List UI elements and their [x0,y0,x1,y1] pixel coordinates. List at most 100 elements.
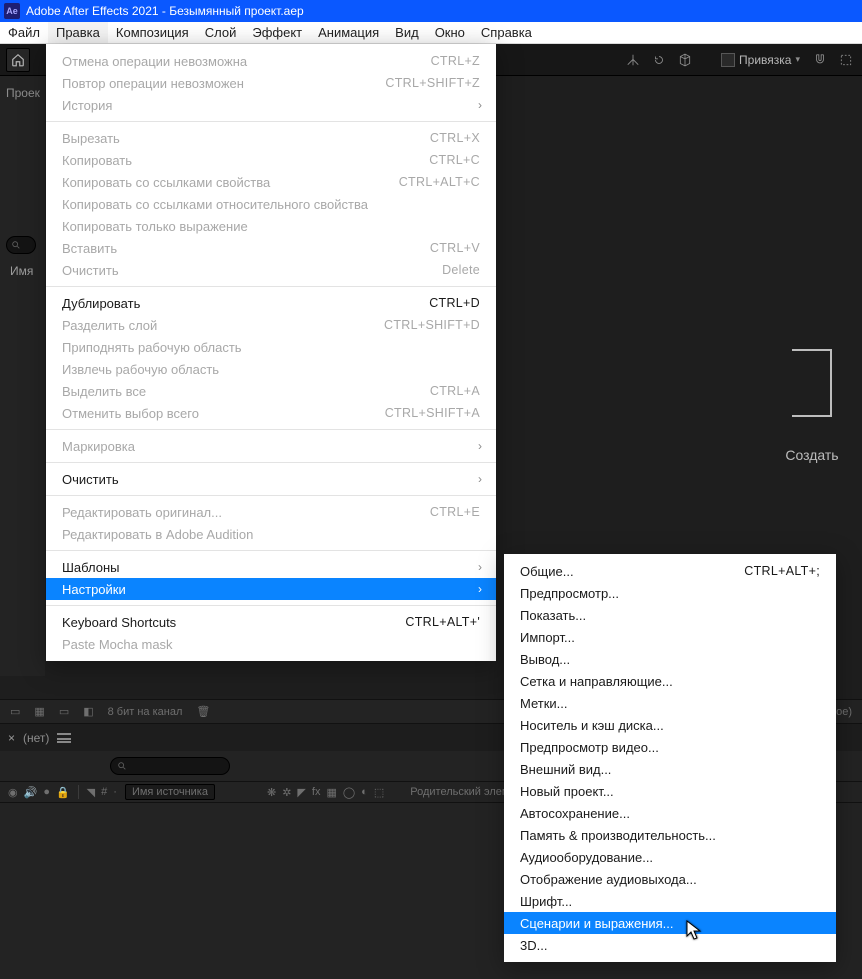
axis-icon[interactable] [623,50,643,70]
menuitem-label: Копировать со ссылками относительного св… [62,197,368,212]
prefs-сценарии-и-выражения[interactable]: Сценарии и выражения... [504,912,836,934]
panel-menu-icon[interactable] [57,733,71,743]
new-comp-icon[interactable]: ▦ [30,705,48,718]
menuitem-настройки[interactable]: Настройки› [46,578,496,600]
menu-окно[interactable]: Окно [427,22,473,43]
menuitem-очистить[interactable]: Очистить › [46,468,496,490]
prefs-автосохранение[interactable]: Автосохранение... [504,802,836,824]
source-name-column[interactable]: Имя источника [125,784,215,800]
project-search[interactable] [6,236,36,254]
chevron-down-icon: ▾ [795,54,800,65]
menu-композиция[interactable]: Композиция [108,22,197,43]
prefs-метки[interactable]: Метки... [504,692,836,714]
chevron-right-icon: › [478,472,482,486]
bits-label[interactable]: 8 бит на канал [104,706,187,718]
close-icon[interactable]: × [8,731,15,745]
menuitem-дублировать[interactable]: ДублироватьCTRL+D [46,292,496,314]
dot-icon[interactable]: · [113,786,117,798]
rotate-icon[interactable] [649,50,669,70]
menuitem-очистить: ОчиститьDelete [46,259,496,281]
trash-icon[interactable]: 🗑 [192,705,214,718]
menu-правка[interactable]: Правка [48,22,108,43]
menuitem-отменить-выбор-всего: Отменить выбор всегоCTRL+SHIFT+A [46,402,496,424]
motion-blur-icon[interactable]: ◯ [343,786,355,799]
adjustment-icon[interactable]: ◐ [361,786,368,798]
fx-icon[interactable]: fx [312,786,321,798]
lock-icon[interactable]: 🔒 [56,786,70,799]
bounds-icon[interactable] [836,50,856,70]
collapse-icon[interactable]: ✲ [282,786,291,799]
menuitem-label: Предпросмотр видео... [520,740,659,755]
snap-toggle[interactable]: Привязка ▾ [717,53,804,67]
menuitem-label: Маркировка [62,439,135,454]
welcome-hero: Создать [762,276,862,536]
prefs-носитель-и-кэш-диска[interactable]: Носитель и кэш диска... [504,714,836,736]
snap-label: Привязка [739,53,791,67]
adjust-icon[interactable]: ◧ [79,705,97,718]
menuitem-label: Отображение аудиовыхода... [520,872,697,887]
prefs-3d[interactable]: 3D... [504,934,836,956]
prefs-импорт[interactable]: Импорт... [504,626,836,648]
new-comp-icon[interactable] [792,349,832,417]
home-icon[interactable] [6,48,30,72]
menuitem-label: Сетка и направляющие... [520,674,673,689]
prefs-аудиооборудование[interactable]: Аудиооборудование... [504,846,836,868]
frame-blend-icon[interactable]: ▦ [326,786,336,799]
menuitem-shortcut: CTRL+SHIFT+D [384,318,480,332]
timeline-tab[interactable]: (нет) [23,731,49,745]
menu-файл[interactable]: Файл [0,22,48,43]
chevron-right-icon: › [478,560,482,574]
eye-icon[interactable]: ◉ [8,786,18,799]
magnet-icon[interactable] [810,50,830,70]
menuitem-копировать-со-ссылками-относительного-свойства: Копировать со ссылками относительного св… [46,193,496,215]
separator [46,605,496,606]
prefs-отображение-аудиовыхода[interactable]: Отображение аудиовыхода... [504,868,836,890]
menuitem-paste-mocha-mask: Paste Mocha mask [46,633,496,655]
prefs-шрифт[interactable]: Шрифт... [504,890,836,912]
menuitem-keyboard-shortcuts[interactable]: Keyboard ShortcutsCTRL+ALT+' [46,611,496,633]
menu-анимация[interactable]: Анимация [310,22,387,43]
new-folder-icon[interactable]: ▭ [55,705,73,718]
menuitem-label: Вывод... [520,652,570,667]
prefs-предпросмотр[interactable]: Предпросмотр... [504,582,836,604]
quality-icon[interactable]: ◤ [297,786,305,799]
prefs-новый-проект[interactable]: Новый проект... [504,780,836,802]
menu-эффект[interactable]: Эффект [244,22,310,43]
menuitem-label: Шаблоны [62,560,120,575]
solo-icon[interactable]: ● [43,786,50,798]
menuitem-label: Автосохранение... [520,806,630,821]
chevron-right-icon: › [478,98,482,112]
prefs-общие[interactable]: Общие...CTRL+ALT+; [504,560,836,582]
menuitem-разделить-слой: Разделить слойCTRL+SHIFT+D [46,314,496,336]
shy-icon[interactable]: ❋ [267,786,276,799]
menuitem-label: Очистить [62,472,119,487]
menuitem-shortcut: CTRL+ALT+C [399,175,480,189]
speaker-icon[interactable]: 🔊 [24,786,38,799]
search-icon [11,240,21,250]
prefs-внешний-вид[interactable]: Внешний вид... [504,758,836,780]
menuitem-label: Извлечь рабочую область [62,362,219,377]
folder-icon[interactable]: ▭ [6,705,24,718]
menu-слой[interactable]: Слой [197,22,245,43]
menu-справка[interactable]: Справка [473,22,540,43]
project-name-column[interactable]: Имя [10,264,33,278]
prefs-сетка-и-направляющие[interactable]: Сетка и направляющие... [504,670,836,692]
create-button-label[interactable]: Создать [785,447,838,463]
chevron-right-icon: › [478,439,482,453]
menu-вид[interactable]: Вид [387,22,427,43]
hash-icon[interactable]: # [101,786,107,798]
tag-icon[interactable]: ◥ [87,786,95,799]
timeline-search[interactable] [110,757,230,775]
cube-icon[interactable] [675,50,695,70]
menuitem-шаблоны[interactable]: Шаблоны › [46,556,496,578]
menuitem-label: Внешний вид... [520,762,611,777]
menuitem-label: Предпросмотр... [520,586,619,601]
3d-icon[interactable]: ⬚ [374,786,384,799]
prefs-память-производительность[interactable]: Память & производительность... [504,824,836,846]
prefs-вывод[interactable]: Вывод... [504,648,836,670]
prefs-предпросмотр-видео[interactable]: Предпросмотр видео... [504,736,836,758]
menuitem-shortcut: CTRL+D [429,296,480,310]
menuitem-копировать-со-ссылками-свойства: Копировать со ссылками свойстваCTRL+ALT+… [46,171,496,193]
separator [46,121,496,122]
prefs-показать[interactable]: Показать... [504,604,836,626]
